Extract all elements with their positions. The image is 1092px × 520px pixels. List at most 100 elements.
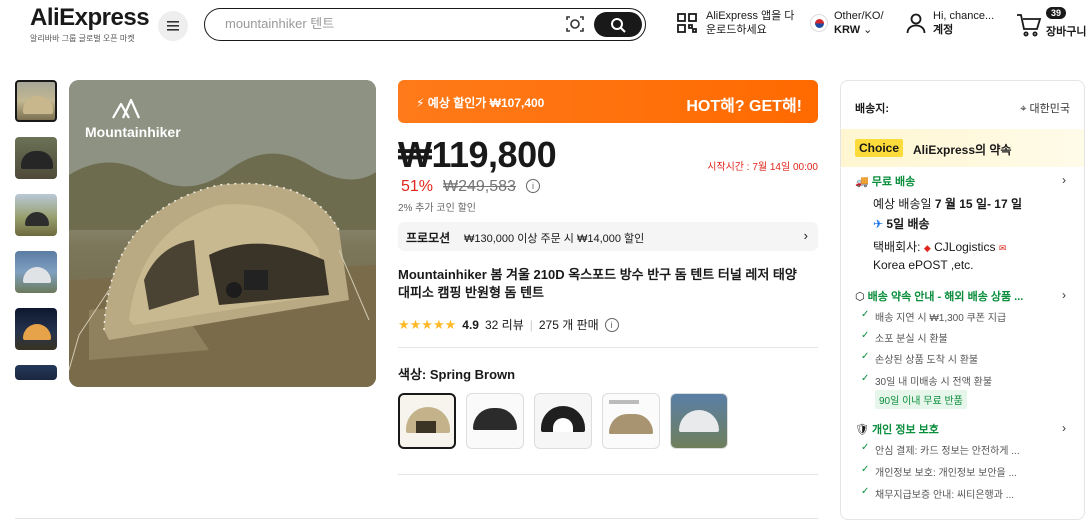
truck-icon: 🚚: [855, 176, 869, 188]
sale-start-time: 시작시간 : 7월 14일 00:00: [707, 162, 818, 173]
divider: [15, 518, 818, 519]
thumbnail-5[interactable]: [15, 308, 57, 350]
estimated-delivery: 예상 배송일 7 월 15 일- 17 일: [873, 195, 1022, 212]
promise-item: 손상된 상품 도착 시 환불: [861, 351, 978, 366]
chevron-down-icon: ⌄: [863, 24, 873, 36]
location-pin-icon: ⌖: [1020, 103, 1027, 115]
free-shipping-label: 무료 배송: [871, 176, 916, 188]
promotion-label: 프로모션: [406, 231, 451, 245]
est-dates: 7 월 15 일- 17 일: [934, 197, 1023, 211]
menu-button[interactable]: [158, 11, 188, 41]
promise-title: 배송 약속 안내 - 해외 배송 상품 ...: [867, 291, 1024, 303]
epost-logo-icon: ✉: [998, 243, 1007, 253]
banner-estimate: 예상 할인가 ₩107,400: [427, 96, 545, 110]
rating-row: ★★★★★ 4.9 32 리뷰 | 275 개 판매 i: [398, 316, 619, 333]
region-currency: KRW: [834, 24, 861, 36]
hamburger-icon: [167, 21, 179, 31]
account-greeting: Hi, chance...: [933, 10, 995, 22]
korea-flag-icon: [810, 14, 828, 32]
logo-text: AliExpress: [30, 4, 150, 31]
main-product-image[interactable]: Mountainhiker: [69, 80, 376, 387]
free-shipping-row[interactable]: 🚚 무료 배송: [855, 173, 915, 189]
search-icon: [611, 17, 626, 33]
app-text-line2: 운로드하세요: [706, 24, 767, 36]
choice-text: AliExpress의 약속: [913, 143, 1012, 157]
camera-scan-icon: [566, 16, 584, 32]
chevron-right-icon[interactable]: ›: [1062, 173, 1066, 187]
privacy-item: 개인정보 보호: 개인정보 보안을 ...: [861, 464, 1017, 479]
current-price: ₩119,800: [398, 134, 557, 175]
thumbnail-1[interactable]: [15, 80, 57, 122]
account-label: 계정: [933, 24, 954, 36]
fast-label: 5일 배송: [886, 217, 930, 231]
return-policy-tag: 90일 이내 무료 반품: [875, 390, 967, 409]
thumbnail-4[interactable]: [15, 251, 57, 293]
privacy-item: 채무지급보증 안내: 씨티은행과 ...: [861, 486, 1014, 501]
cart-button[interactable]: 39 장바구니: [1016, 7, 1092, 41]
image-search-button[interactable]: [565, 14, 585, 34]
discount-percent: 51%: [401, 178, 434, 195]
app-text-line1: AliExpress 앱을 다: [706, 10, 795, 22]
divider: [398, 347, 818, 348]
info-icon[interactable]: i: [526, 179, 540, 193]
swatch-black-tunnel[interactable]: [534, 393, 592, 449]
promise-item: 배송 지연 시 ₩1,300 쿠폰 지급: [861, 309, 1006, 324]
carrier-epost: Korea ePOST ,etc.: [873, 258, 974, 272]
swatch-spring-brown[interactable]: [398, 393, 456, 449]
search-button[interactable]: [594, 12, 642, 37]
thumbnail-6[interactable]: [15, 365, 57, 380]
shield-box-icon: ⬡: [855, 291, 865, 303]
star-rating-icon: ★★★★★: [398, 316, 457, 332]
user-icon: [906, 13, 926, 34]
lightning-icon: ⚡: [416, 96, 425, 110]
swatch-brown-info[interactable]: [602, 393, 660, 449]
cart-count-badge: 39: [1046, 7, 1067, 19]
shipping-panel: 배송지: ⌖ 대한민국 Choice AliExpress의 약속 🚚 무료 배…: [840, 80, 1085, 520]
rating-value: 4.9: [462, 317, 479, 332]
coin-discount: 2% 추가 코인 할인: [398, 203, 476, 214]
logo-subtitle: 알리바바 그룹 글로벌 오픈 마켓: [30, 34, 135, 43]
delivery-promise-row[interactable]: ⬡ 배송 약속 안내 - 해외 배송 상품 ...: [855, 288, 1023, 304]
fast-delivery: ✈ 5일 배송: [873, 215, 930, 232]
search-input[interactable]: [225, 16, 545, 31]
search-bar: [204, 8, 646, 41]
thumbnail-2[interactable]: [15, 137, 57, 179]
thumbnail-3[interactable]: [15, 194, 57, 236]
choice-banner: Choice AliExpress의 약속: [841, 129, 1084, 167]
review-count[interactable]: 32 리뷰: [485, 316, 524, 333]
product-title-line1: Mountainhiker 봄 겨울 210D 옥스포드 방수 반구 돔 텐트 …: [398, 267, 797, 282]
swatch-white[interactable]: [670, 393, 728, 449]
est-prefix: 예상 배송일: [873, 197, 935, 211]
color-label: 색상: Spring Brown: [398, 367, 516, 382]
carrier-cj: CJLogistics: [934, 240, 996, 254]
promise-item: 소포 분실 시 환불: [861, 330, 948, 345]
carrier-prefix: 택배회사:: [873, 240, 924, 254]
plane-icon: ✈: [873, 217, 884, 231]
shield-check-icon: 🛡: [855, 424, 869, 436]
region-lang: Other/KO/: [834, 10, 884, 22]
chevron-right-icon: ›: [803, 228, 808, 243]
banner-slogan: HOT해? GET해!: [686, 98, 802, 115]
aliexpress-logo[interactable]: AliExpress 알리바바 그룹 글로벌 오픈 마켓: [30, 4, 150, 44]
download-app-link[interactable]: AliExpress 앱을 다 운로드하세요: [676, 9, 794, 37]
original-price: ₩249,583: [443, 178, 516, 195]
sold-count: 275 개 판매: [538, 318, 599, 332]
thumbnail-list: [15, 80, 59, 395]
choice-badge: Choice: [855, 139, 904, 157]
promotion-row[interactable]: 프로모션 ₩130,000 이상 주문 시 ₩14,000 할인 ›: [398, 222, 818, 251]
chevron-right-icon[interactable]: ›: [1062, 288, 1066, 302]
separator: |: [529, 317, 533, 332]
carrier-row: 택배회사: ◆ CJLogistics ✉: [873, 238, 1006, 255]
region-selector[interactable]: Other/KO/ KRW ⌄: [810, 9, 884, 37]
chevron-right-icon[interactable]: ›: [1062, 421, 1066, 435]
promo-banner[interactable]: ⚡ 예상 할인가 ₩107,400 HOT해? GET해!: [398, 80, 818, 123]
privacy-row[interactable]: 🛡 개인 정보 보호: [855, 421, 939, 437]
sold-info-icon[interactable]: i: [604, 317, 619, 332]
qr-code-icon: [677, 13, 697, 33]
ship-to-region[interactable]: ⌖ 대한민국: [1020, 100, 1070, 116]
swatch-black[interactable]: [466, 393, 524, 449]
product-title: Mountainhiker 봄 겨울 210D 옥스포드 방수 반구 돔 텐트 …: [398, 266, 818, 302]
promotion-text: ₩130,000 이상 주문 시 ₩14,000 할인: [464, 233, 645, 245]
privacy-title: 개인 정보 보호: [872, 424, 939, 436]
account-menu[interactable]: Hi, chance... 계정: [905, 9, 994, 37]
